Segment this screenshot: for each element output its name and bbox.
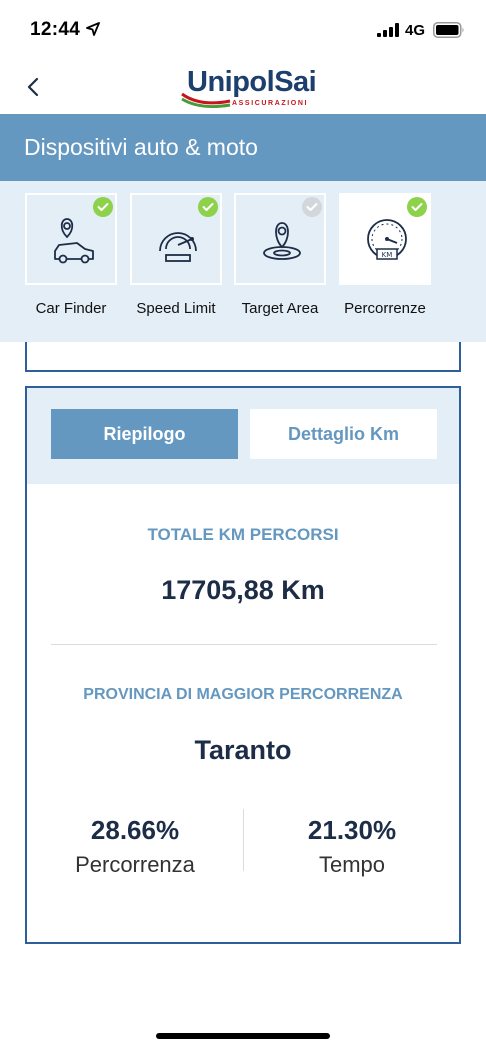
stat-label: Percorrenza xyxy=(75,852,195,877)
device-card-percorrenze[interactable]: KM xyxy=(339,193,431,285)
back-chevron-icon xyxy=(27,77,39,97)
divider xyxy=(51,644,437,645)
tab-bar: Riepilogo Dettaglio Km xyxy=(27,388,459,484)
logo-subtitle: ASSICURAZIONI xyxy=(232,100,309,107)
svg-text:KM: KM xyxy=(382,251,393,259)
signal-icon xyxy=(377,23,399,37)
stat-tempo: 21.30% Tempo xyxy=(244,815,460,878)
stat-value: 28.66% xyxy=(90,815,180,845)
device-label-speed-limit: Speed Limit xyxy=(136,300,216,317)
odometer-icon: KM xyxy=(367,219,407,260)
page-title: Dispositivi auto & moto xyxy=(24,134,258,160)
total-km-title: TOTALE KM PERCORSI xyxy=(147,525,339,544)
province-title: PROVINCIA DI MAGGIOR PERCORRENZA xyxy=(83,686,403,703)
previous-card-edge xyxy=(25,342,461,372)
device-label-percorrenze: Percorrenze xyxy=(344,300,426,317)
check-icon xyxy=(198,197,218,217)
car-finder-icon xyxy=(54,218,94,264)
stat-label: Tempo xyxy=(318,852,386,877)
status-time: 12:44 xyxy=(30,19,81,40)
device-label-car-finder: Car Finder xyxy=(35,300,107,317)
status-bar: 12:44 4G xyxy=(0,0,486,60)
nav-bar: UnipolSai ASSICURAZIONI xyxy=(0,60,486,114)
tab-riepilogo[interactable]: Riepilogo xyxy=(51,409,238,459)
network-label: 4G xyxy=(405,22,426,39)
home-indicator[interactable] xyxy=(156,1033,330,1039)
device-card-target-area[interactable] xyxy=(234,193,326,285)
check-icon xyxy=(93,197,113,217)
tab-dettaglio-km[interactable]: Dettaglio Km xyxy=(250,409,437,459)
province-value: Taranto xyxy=(194,735,292,765)
logo-text: UnipolSai xyxy=(187,66,317,98)
stat-value: 21.30% xyxy=(307,815,397,845)
total-km-value: 17705,88 Km xyxy=(161,575,325,605)
back-button[interactable] xyxy=(18,72,48,102)
battery-icon xyxy=(433,22,464,38)
title-bar: Dispositivi auto & moto xyxy=(0,114,486,181)
device-card-speed-limit[interactable] xyxy=(130,193,222,285)
check-icon xyxy=(407,197,427,217)
summary-card: Riepilogo Dettaglio Km TOTALE KM PERCORS… xyxy=(25,386,461,944)
check-icon xyxy=(302,197,322,217)
device-card-car-finder[interactable] xyxy=(25,193,117,285)
location-arrow-icon xyxy=(86,22,100,36)
device-label-target-area: Target Area xyxy=(241,300,319,317)
stat-percorrenza: 28.66% Percorrenza xyxy=(27,815,243,878)
target-area-icon xyxy=(263,222,301,260)
unipolsai-logo: UnipolSai ASSICURAZIONI xyxy=(180,66,317,112)
speedometer-icon xyxy=(159,232,197,262)
device-selector: Car Finder Speed Limit Target Area KM Pe… xyxy=(0,181,486,342)
